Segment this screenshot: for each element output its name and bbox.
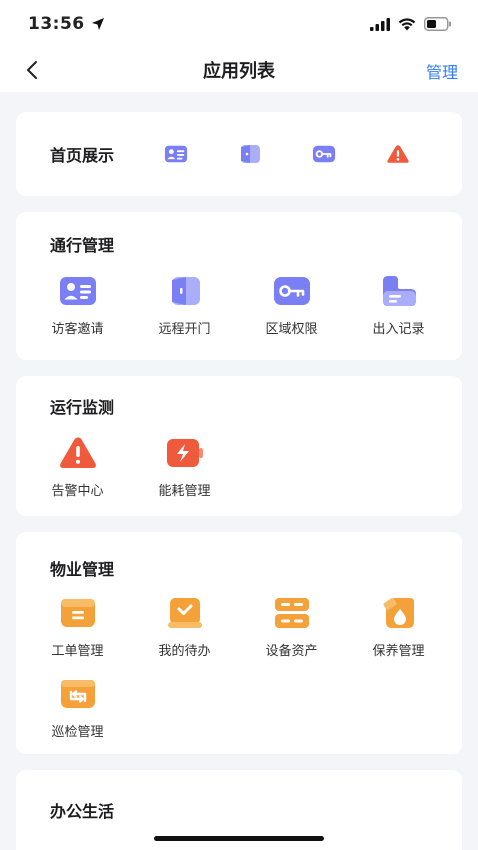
signal-icon: [370, 17, 390, 31]
key-icon: [271, 274, 313, 308]
battery-status-icon: [424, 17, 451, 31]
operation-monitoring-card: 运行监测 告警中心 能耗管理: [16, 376, 462, 516]
navigation-bar: 应用列表 管理: [0, 48, 478, 92]
alert-icon: [57, 436, 99, 470]
inspection-management-tile[interactable]: 巡检管理: [24, 677, 131, 740]
my-todo-tile[interactable]: 我的待办: [131, 596, 238, 659]
home-display-title: 首页展示: [50, 146, 115, 165]
maintenance-management-label: 保养管理: [372, 644, 425, 659]
location-arrow-icon: [91, 18, 104, 30]
remote-open-door-tile[interactable]: 远程开门: [131, 274, 238, 337]
wifi-icon: [398, 17, 416, 30]
energy-management-label: 能耗管理: [158, 484, 211, 499]
device-asset-label: 设备资产: [265, 644, 318, 659]
work-order-icon: [57, 596, 99, 630]
home-display-card: 首页展示: [16, 112, 462, 196]
work-order-label: 工单管理: [51, 644, 104, 659]
visitor-card-icon[interactable]: [164, 142, 188, 166]
access-record-tile[interactable]: 出入记录: [345, 274, 452, 337]
area-permission-label: 区域权限: [265, 322, 318, 337]
property-management-grid: 工单管理 我的待办 设备资产 保养管理 巡检管理: [16, 596, 462, 740]
alarm-center-tile[interactable]: 告警中心: [24, 436, 131, 499]
key-icon[interactable]: [312, 142, 336, 166]
status-indicators: [370, 17, 452, 31]
maintenance-icon: [378, 596, 420, 630]
alert-icon[interactable]: [386, 142, 410, 166]
operation-monitoring-grid: 告警中心 能耗管理: [16, 436, 462, 499]
property-management-title: 物业管理: [50, 560, 115, 579]
battery-icon: [164, 436, 206, 470]
app-list-screen: 13:56 应用列表 管理 首页展示 通行管理 访客邀请 远程开门 区域权限 出…: [0, 0, 478, 850]
energy-management-tile[interactable]: 能耗管理: [131, 436, 238, 499]
status-time: 13:56: [28, 14, 105, 34]
visitor-invite-tile[interactable]: 访客邀请: [24, 274, 131, 337]
door-icon: [164, 274, 206, 308]
maintenance-management-tile[interactable]: 保养管理: [345, 596, 452, 659]
todo-icon: [164, 596, 206, 630]
my-todo-label: 我的待办: [158, 644, 211, 659]
page-title: 应用列表: [203, 61, 275, 82]
status-time-text: 13:56: [28, 14, 85, 34]
work-order-tile[interactable]: 工单管理: [24, 596, 131, 659]
back-button[interactable]: [18, 56, 46, 84]
status-bar: 13:56: [0, 0, 478, 48]
access-record-label: 出入记录: [372, 322, 425, 337]
area-permission-tile[interactable]: 区域权限: [238, 274, 345, 337]
chevron-left-icon: [27, 61, 37, 79]
home-display-icons: [164, 142, 460, 166]
device-asset-icon: [271, 596, 313, 630]
operation-monitoring-title: 运行监测: [50, 398, 115, 417]
visitor-card-icon: [57, 274, 99, 308]
visitor-invite-label: 访客邀请: [51, 322, 104, 337]
pass-management-card: 通行管理 访客邀请 远程开门 区域权限 出入记录: [16, 212, 462, 360]
remote-open-door-label: 远程开门: [158, 322, 211, 337]
inspection-management-label: 巡检管理: [51, 725, 104, 740]
office-life-title: 办公生活: [50, 802, 115, 821]
manage-button[interactable]: 管理: [426, 59, 458, 83]
home-indicator: [154, 836, 324, 841]
pass-management-title: 通行管理: [50, 236, 115, 255]
pass-management-grid: 访客邀请 远程开门 区域权限 出入记录: [16, 274, 462, 337]
record-icon: [378, 274, 420, 308]
device-asset-tile[interactable]: 设备资产: [238, 596, 345, 659]
door-icon[interactable]: [238, 142, 262, 166]
inspection-icon: [57, 677, 99, 711]
property-management-card: 物业管理 工单管理 我的待办 设备资产 保养管理 巡检管理: [16, 532, 462, 754]
alarm-center-label: 告警中心: [51, 484, 104, 499]
